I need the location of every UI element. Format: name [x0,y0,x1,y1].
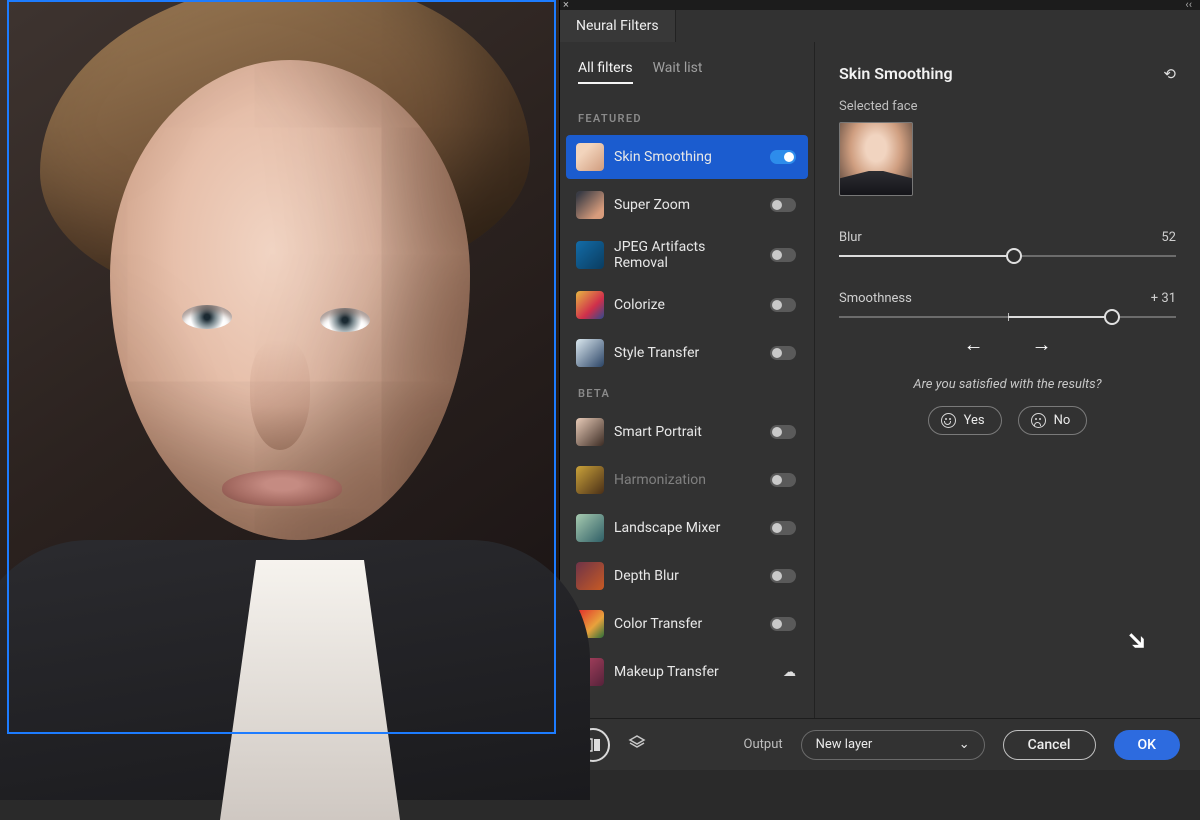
blur-value: 52 [1161,230,1176,245]
selected-face-label: Selected face [839,99,1176,114]
panel-footer: Output New layer ⌄ Cancel OK [560,718,1200,770]
toggle-landscape-mixer[interactable] [770,521,796,535]
filter-label: Colorize [614,297,756,313]
toggle-super-zoom[interactable] [770,198,796,212]
thumb-skin-smoothing-icon [576,143,604,171]
section-featured: FEATURED [560,104,814,131]
thumb-harmonization-icon [576,466,604,494]
toggle-style-transfer[interactable] [770,346,796,360]
filter-label: Super Zoom [614,197,756,213]
neural-filters-panel: × ‹‹ Neural Filters All filters Wait lis… [559,0,1200,770]
blur-slider[interactable] [839,255,1176,257]
thumb-style-transfer-icon [576,339,604,367]
toggle-jpeg-artifacts[interactable] [770,248,796,262]
filter-landscape-mixer[interactable]: Landscape Mixer [566,506,808,550]
filter-label: Style Transfer [614,345,756,361]
toggle-harmonization[interactable] [770,473,796,487]
filter-label: Depth Blur [614,568,756,584]
thumb-landscape-mixer-icon [576,514,604,542]
tab-all-filters[interactable]: All filters [578,60,633,84]
smoothness-slider[interactable] [839,316,1176,318]
filter-smart-portrait[interactable]: Smart Portrait [566,410,808,454]
filter-label: JPEG Artifacts Removal [614,239,756,271]
feedback-no-label: No [1054,413,1071,428]
frown-icon [1031,413,1046,428]
smile-icon [941,413,956,428]
smoothness-value: + 31 [1151,291,1176,306]
toggle-colorize[interactable] [770,298,796,312]
smoothness-label: Smoothness [839,291,912,306]
filter-skin-smoothing[interactable]: Skin Smoothing [566,135,808,179]
output-select[interactable]: New layer ⌄ [801,730,985,760]
panel-tab-bar: × ‹‹ [560,0,1200,10]
filter-detail-pane: Skin Smoothing ⟲ Selected face Blur 52 [815,42,1200,718]
toggle-smart-portrait[interactable] [770,425,796,439]
toggle-color-transfer[interactable] [770,617,796,631]
thumb-jpeg-icon [576,241,604,269]
ok-button[interactable]: OK [1114,730,1181,760]
selected-face-thumbnail[interactable] [839,122,913,196]
output-label: Output [744,737,783,752]
toggle-depth-blur[interactable] [770,569,796,583]
close-icon[interactable]: × [563,0,569,11]
feedback-yes-button[interactable]: Yes [928,406,1002,435]
filter-jpeg-artifacts[interactable]: JPEG Artifacts Removal [566,231,808,279]
satisfied-prompt: Are you satisfied with the results? [839,377,1176,392]
filter-label: Makeup Transfer [614,664,756,680]
filter-label: Harmonization [614,472,756,488]
cancel-button-label: Cancel [1028,737,1071,753]
cancel-button[interactable]: Cancel [1003,730,1096,760]
reset-icon[interactable]: ⟲ [1163,65,1176,83]
arrow-right-icon: → [1032,332,1052,357]
annotation-arrows: ← → [839,332,1176,357]
layers-icon[interactable] [628,734,646,756]
filter-label: Color Transfer [614,616,756,632]
output-selected-value: New layer [816,737,873,752]
cloud-download-icon[interactable]: ☁ [783,665,796,680]
filter-makeup-transfer[interactable]: Makeup Transfer ☁ [566,650,808,694]
filter-label: Skin Smoothing [614,149,756,165]
detail-title: Skin Smoothing [839,64,953,83]
filter-label: Smart Portrait [614,424,756,440]
portrait-photo [0,0,559,770]
arrow-left-icon: ← [964,332,984,357]
filter-list-sidebar: All filters Wait list FEATURED Skin Smoo… [560,42,815,718]
thumb-smart-portrait-icon [576,418,604,446]
filter-style-transfer[interactable]: Style Transfer [566,331,808,375]
filter-super-zoom[interactable]: Super Zoom [566,183,808,227]
chevron-down-icon: ⌄ [959,737,970,752]
panel-main-tab-row: Neural Filters [560,10,1200,42]
toggle-skin-smoothing[interactable] [770,150,796,164]
tab-wait-list[interactable]: Wait list [653,60,703,84]
annotation-arrow-to-ok-icon: ➔ [1119,623,1156,660]
thumb-depth-blur-icon [576,562,604,590]
thumb-super-zoom-icon [576,191,604,219]
feedback-no-button[interactable]: No [1018,406,1088,435]
filter-color-transfer[interactable]: Color Transfer [566,602,808,646]
section-beta: BETA [560,379,814,406]
ok-button-label: OK [1138,737,1157,753]
collapse-icon[interactable]: ‹‹ [1185,0,1192,11]
filter-harmonization[interactable]: Harmonization [566,458,808,502]
filter-colorize[interactable]: Colorize [566,283,808,327]
blur-label: Blur [839,230,862,245]
feedback-yes-label: Yes [964,413,985,428]
filter-depth-blur[interactable]: Depth Blur [566,554,808,598]
filter-label: Landscape Mixer [614,520,756,536]
document-canvas[interactable] [0,0,559,770]
thumb-colorize-icon [576,291,604,319]
panel-tab-neural-filters[interactable]: Neural Filters [560,9,676,42]
